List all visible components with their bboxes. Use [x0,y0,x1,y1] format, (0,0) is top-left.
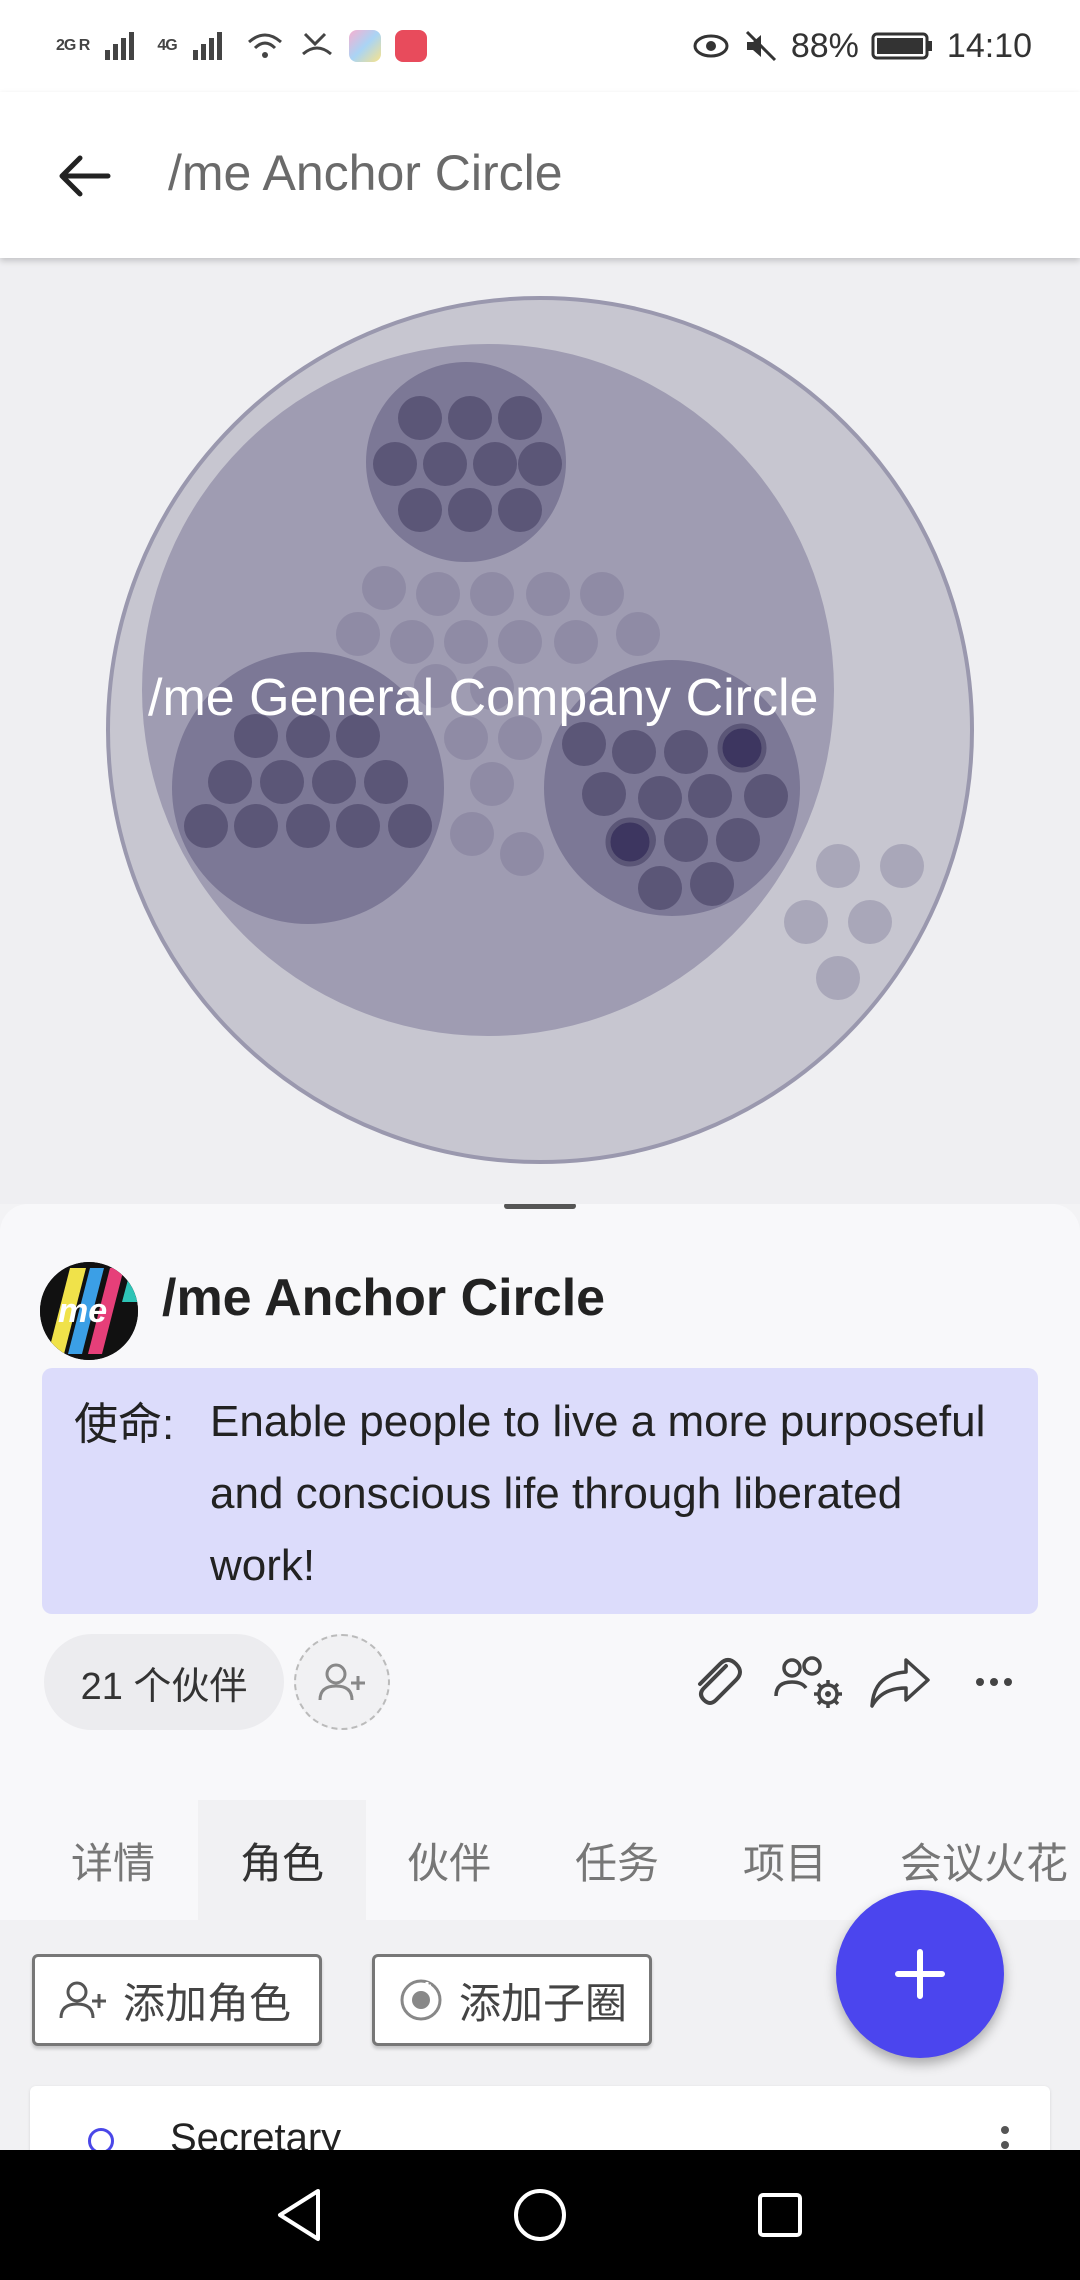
status-bar: 2G R 4G 88% 14:10 [0,0,1080,92]
svg-text:me: me [58,1292,107,1330]
add-user-icon [318,1663,365,1701]
circle-home-icon [514,2189,566,2241]
add-user-icon [59,1981,106,2019]
nav-home-button[interactable] [505,2180,575,2250]
signal-icon [105,32,135,60]
signal-4g-icon: 4G [157,37,177,54]
arrow-left-icon [59,155,111,197]
share-arrow-icon [870,1658,930,1708]
users-gear-icon [774,1656,842,1708]
circle-map-graphic[interactable] [0,258,1080,1204]
purpose-text: Enable people to live a more purposeful … [210,1397,986,1590]
back-button[interactable] [44,136,124,216]
eye-icon [693,34,729,58]
add-fab[interactable] [836,1890,1004,2058]
mute-icon [745,30,776,62]
paperclip-icon [698,1658,742,1705]
nav-recents-button[interactable] [745,2180,815,2250]
plus-icon [895,1949,945,1999]
signal-icon [192,32,222,60]
triangle-back-icon [278,2189,320,2241]
square-recents-icon [758,2193,802,2237]
add-role-button[interactable]: 添加角色 [32,1954,322,2046]
app-bar: /me Anchor Circle [0,92,1080,258]
circle-settings-button[interactable] [772,1644,848,1720]
tab-tasks[interactable]: 任务 [534,1800,700,1920]
attachment-button[interactable] [678,1644,754,1720]
battery-percent: 88% [790,26,859,65]
signal-2g-icon: 2G R [56,37,90,54]
system-nav-bar [0,2150,1080,2280]
more-options-button[interactable] [956,1644,1032,1720]
tab-details[interactable]: 详情 [30,1800,196,1920]
role-menu-button[interactable] [990,2114,1020,2150]
more-horizontal-icon [976,1678,1012,1686]
status-right: 88% 14:10 [691,20,1032,72]
wifi-icon [247,33,282,58]
sheet-drag-handle[interactable] [504,1204,576,1216]
add-role-label: 添加角色 [123,1979,292,2027]
battery-icon [871,32,932,60]
avatar: me [40,1262,138,1360]
subcircle-icon [400,1979,442,2021]
status-left: 2G R 4G [56,24,427,68]
add-partner-button[interactable] [294,1634,390,1730]
purpose-label: 使命: [74,1400,175,1449]
role-icon [88,2128,114,2150]
share-button[interactable] [862,1644,938,1720]
circle-name: /me Anchor Circle [162,1269,606,1327]
missed-call-icon [301,32,332,56]
add-subcircle-button[interactable]: 添加子圈 [372,1954,652,2046]
purpose-box: 使命: Enable people to live a more purpose… [42,1368,1038,1614]
circle-label: /me General Company Circle [148,669,819,727]
tab-projects[interactable]: 项目 [702,1800,868,1920]
tab-roles[interactable]: 角色 [198,1800,366,1920]
page-title: /me Anchor Circle [168,145,563,201]
partners-count-button[interactable]: 21 个伙伴 [44,1634,284,1730]
nav-back-button[interactable] [264,2180,334,2250]
app-icon [348,30,381,62]
clock: 14:10 [946,26,1032,65]
role-card[interactable]: Secretary [30,2086,1050,2150]
brand-logo-icon: me [40,1262,138,1360]
app-icon [394,30,427,62]
add-subcircle-label: 添加子圈 [459,1979,628,2027]
role-name: Secretary [170,2116,342,2150]
circle-map[interactable]: /me General Company Circle [0,258,1080,1204]
tab-partners[interactable]: 伙伴 [366,1800,532,1920]
